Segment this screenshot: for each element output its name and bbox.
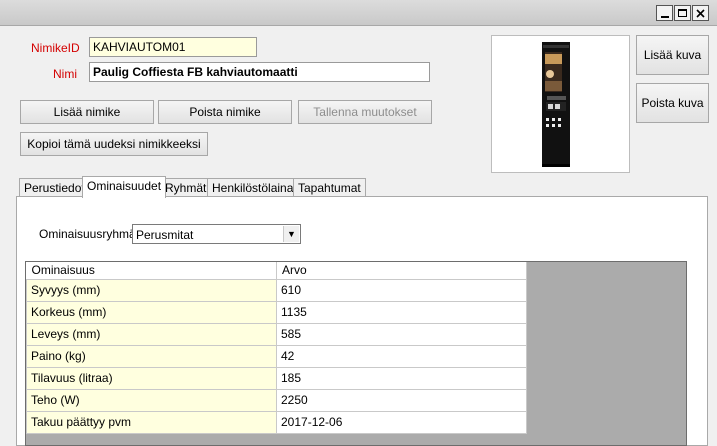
property-name-cell: Korkeus (mm) [26, 300, 277, 324]
property-group-select[interactable]: Perusmitat ▼ [132, 224, 301, 244]
properties-table: Ominaisuus Arvo Syvyys (mm) 610 Korkeus (… [26, 262, 527, 434]
add-image-button[interactable]: Lisää kuva [636, 35, 709, 75]
property-name-cell: Takuu päättyy pvm [26, 410, 277, 434]
item-id-label: NimikeID [31, 41, 80, 55]
delete-item-button[interactable]: Poista nimike [158, 100, 292, 124]
tab-events[interactable]: Tapahtumat [293, 178, 366, 197]
table-row[interactable]: Syvyys (mm) 610 [26, 278, 527, 302]
table-row[interactable]: Tilavuus (litraa) 185 [26, 366, 527, 390]
column-header-property[interactable]: Ominaisuus [26, 262, 277, 280]
property-group-label: Ominaisuusryhmä [39, 227, 136, 241]
dropdown-arrow-icon[interactable]: ▼ [283, 226, 299, 242]
properties-grid: Ominaisuus Arvo Syvyys (mm) 610 Korkeus (… [25, 261, 687, 446]
table-row[interactable]: Korkeus (mm) 1135 [26, 300, 527, 324]
property-value-cell[interactable]: 2017-12-06 [276, 410, 527, 434]
save-changes-button[interactable]: Tallenna muutokset [298, 100, 432, 124]
table-row[interactable]: Teho (W) 2250 [26, 388, 527, 412]
property-name-cell: Teho (W) [26, 388, 277, 412]
column-header-value[interactable]: Arvo [276, 262, 527, 280]
property-group-value: Perusmitat [136, 228, 194, 242]
item-name-field[interactable]: Paulig Coffiesta FB kahviautomaatti [89, 62, 430, 82]
item-id-field[interactable]: KAHVIAUTOM01 [89, 37, 257, 57]
property-value-cell[interactable]: 42 [276, 344, 527, 368]
tab-properties[interactable]: Ominaisuudet [82, 176, 167, 198]
property-name-cell: Tilavuus (litraa) [26, 366, 277, 390]
item-image [491, 35, 630, 173]
table-row[interactable]: Takuu päättyy pvm 2017-12-06 [26, 410, 527, 434]
property-value-cell[interactable]: 1135 [276, 300, 527, 324]
delete-image-button[interactable]: Poista kuva [636, 83, 709, 123]
copy-as-new-button[interactable]: Kopioi tämä uudeksi nimikkeeksi [20, 132, 208, 156]
maximize-button[interactable] [674, 5, 691, 21]
minimize-icon [660, 16, 669, 18]
close-icon [696, 8, 705, 18]
maximize-icon [678, 9, 687, 17]
table-row[interactable]: Leveys (mm) 585 [26, 322, 527, 346]
table-row[interactable]: Paino (kg) 42 [26, 344, 527, 368]
close-button[interactable] [692, 5, 709, 21]
title-bar [0, 0, 717, 26]
coffee-machine-image [542, 42, 570, 167]
item-form: NimikeID KAHVIAUTOM01 Nimi Paulig Coffie… [0, 26, 717, 446]
minimize-button[interactable] [656, 5, 673, 21]
add-item-button[interactable]: Lisää nimike [20, 100, 154, 124]
tab-groups[interactable]: Ryhmät [160, 178, 212, 197]
tab-basic-info[interactable]: Perustiedot [19, 178, 90, 197]
property-value-cell[interactable]: 2250 [276, 388, 527, 412]
property-name-cell: Paino (kg) [26, 344, 277, 368]
table-header-row: Ominaisuus Arvo [26, 262, 527, 280]
property-name-cell: Syvyys (mm) [26, 278, 277, 302]
item-name-label: Nimi [53, 67, 77, 81]
property-value-cell[interactable]: 610 [276, 278, 527, 302]
property-name-cell: Leveys (mm) [26, 322, 277, 346]
property-value-cell[interactable]: 185 [276, 366, 527, 390]
tab-staff-loans[interactable]: Henkilöstölainat [207, 178, 302, 197]
property-value-cell[interactable]: 585 [276, 322, 527, 346]
